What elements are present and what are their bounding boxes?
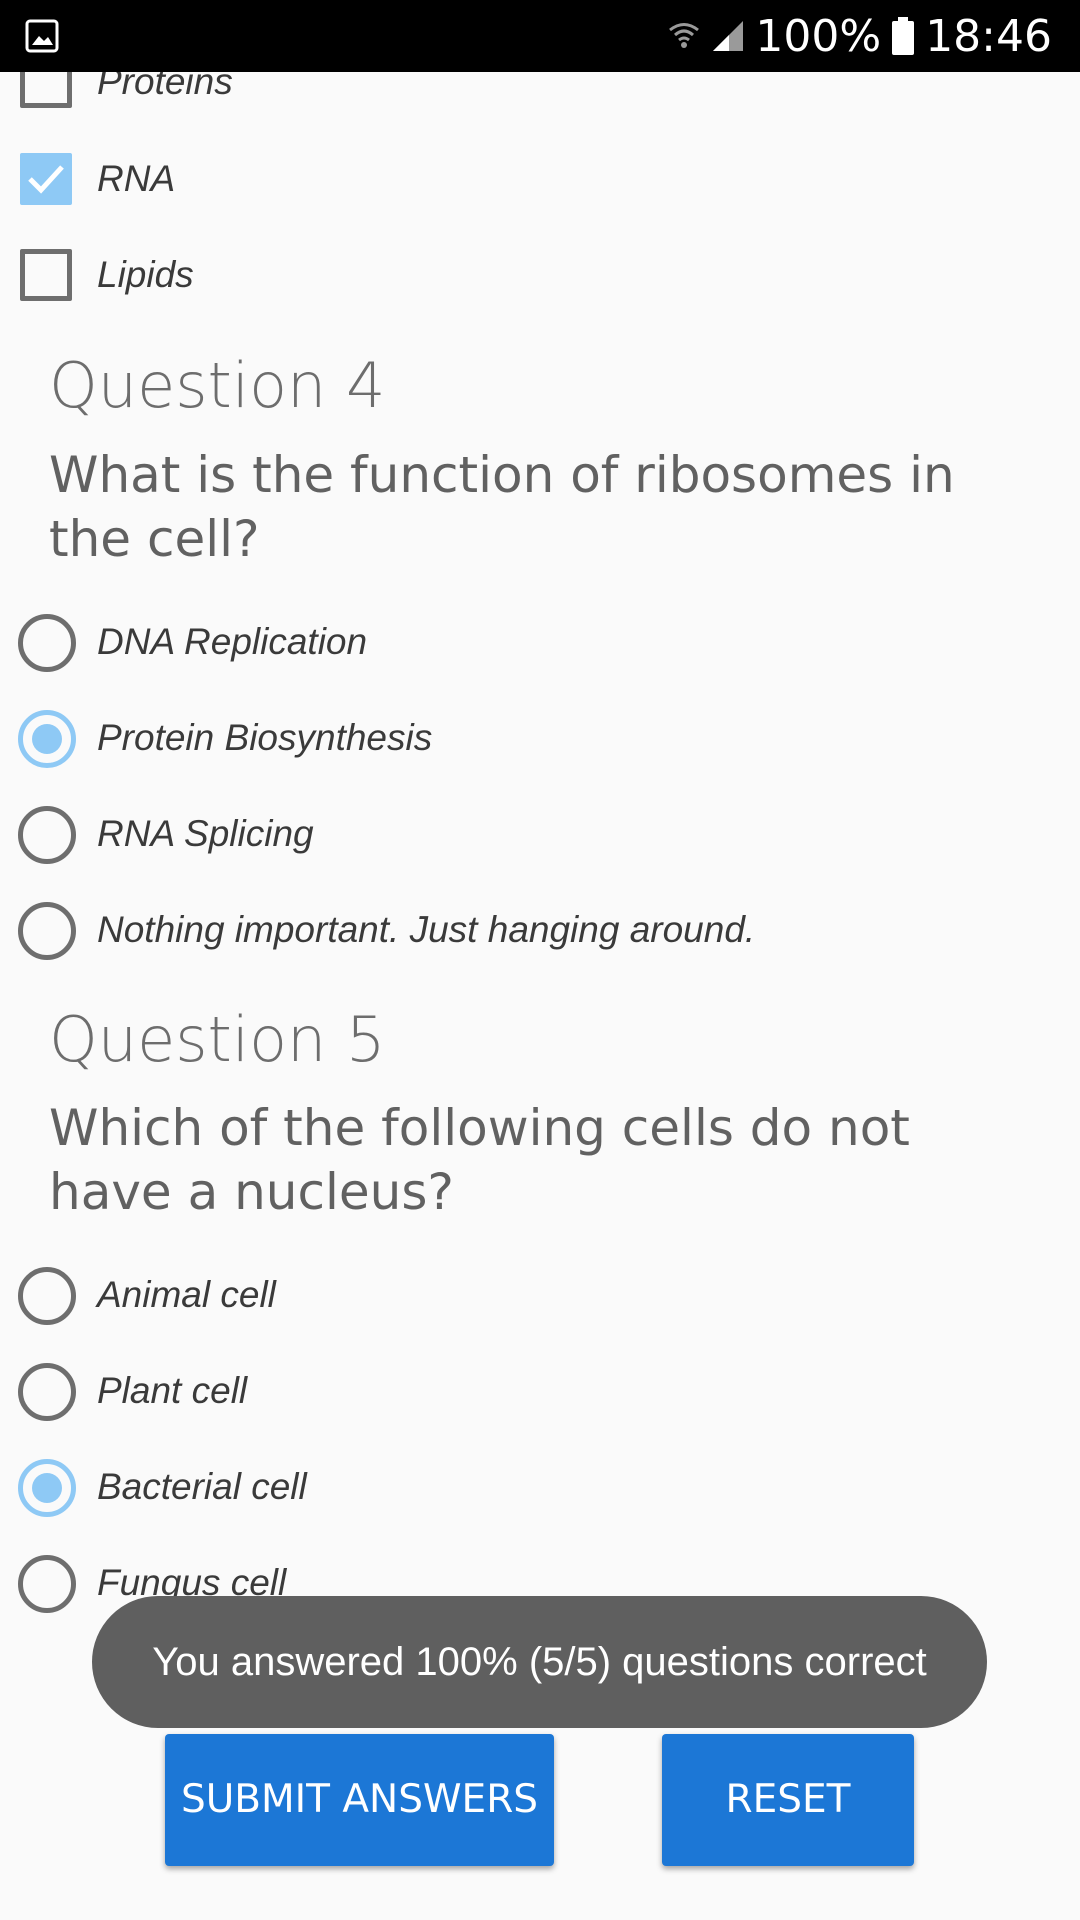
status-bar: 100% 18:46 bbox=[0, 0, 1080, 72]
signal-icon bbox=[713, 21, 744, 51]
checkbox-option-lipids[interactable]: Lipids bbox=[0, 230, 1080, 320]
radio-button[interactable] bbox=[18, 1363, 76, 1421]
option-label: DNA Replication bbox=[97, 621, 368, 662]
reset-button[interactable]: RESET bbox=[662, 1734, 914, 1866]
battery-percent: 100% bbox=[755, 10, 882, 62]
checkbox-checked[interactable] bbox=[20, 153, 72, 205]
option-label: RNA bbox=[97, 158, 176, 199]
radio-button[interactable] bbox=[18, 806, 76, 864]
checkbox[interactable] bbox=[20, 249, 72, 301]
radio-button[interactable] bbox=[18, 902, 76, 960]
status-right: 100% 18:46 bbox=[667, 0, 1052, 72]
clock: 18:46 bbox=[925, 10, 1052, 62]
option-label: Plant cell bbox=[97, 1370, 248, 1411]
result-toast: You answered 100% (5/5) questions correc… bbox=[92, 1596, 987, 1728]
option-label: RNA Splicing bbox=[97, 813, 314, 854]
radio-button[interactable] bbox=[18, 1555, 76, 1613]
wifi-icon bbox=[669, 23, 700, 48]
radio-button-selected[interactable] bbox=[18, 710, 76, 768]
checkmark-icon bbox=[28, 165, 64, 194]
checkbox-option-rna[interactable]: RNA bbox=[0, 134, 1080, 224]
radio-button[interactable] bbox=[18, 614, 76, 672]
checkbox[interactable] bbox=[20, 72, 72, 108]
question-5-heading: Question 5 bbox=[49, 1003, 386, 1076]
option-label: Proteins bbox=[97, 72, 233, 102]
option-label: Lipids bbox=[97, 254, 194, 295]
submit-answers-button[interactable]: SUBMIT ANSWERS bbox=[165, 1734, 554, 1866]
checkbox-option-proteins[interactable]: Proteins bbox=[0, 72, 1080, 127]
radio-option-protein-biosynthesis[interactable]: Protein Biosynthesis bbox=[0, 693, 1080, 783]
radio-option-bacterial-cell[interactable]: Bacterial cell bbox=[0, 1442, 1080, 1532]
question-5-text: Which of the following cells do not have… bbox=[49, 1099, 910, 1221]
radio-option-animal-cell[interactable]: Animal cell bbox=[0, 1250, 1080, 1340]
gallery-icon bbox=[25, 19, 59, 53]
option-label: Nothing important. Just hanging around. bbox=[97, 909, 756, 950]
option-label: Bacterial cell bbox=[97, 1466, 307, 1507]
question-4-heading: Question 4 bbox=[49, 349, 386, 422]
question-4-text: What is the function of ribosomes in the… bbox=[49, 446, 955, 568]
radio-option-rna-splicing[interactable]: RNA Splicing bbox=[0, 789, 1080, 879]
option-label: Protein Biosynthesis bbox=[97, 717, 433, 758]
radio-button-selected[interactable] bbox=[18, 1459, 76, 1517]
option-label: Animal cell bbox=[97, 1274, 276, 1315]
radio-button[interactable] bbox=[18, 1267, 76, 1325]
radio-option-dna-replication[interactable]: DNA Replication bbox=[0, 597, 1080, 687]
radio-option-nothing-important[interactable]: Nothing important. Just hanging around. bbox=[0, 885, 1080, 975]
radio-option-plant-cell[interactable]: Plant cell bbox=[0, 1346, 1080, 1436]
battery-icon bbox=[892, 17, 915, 55]
